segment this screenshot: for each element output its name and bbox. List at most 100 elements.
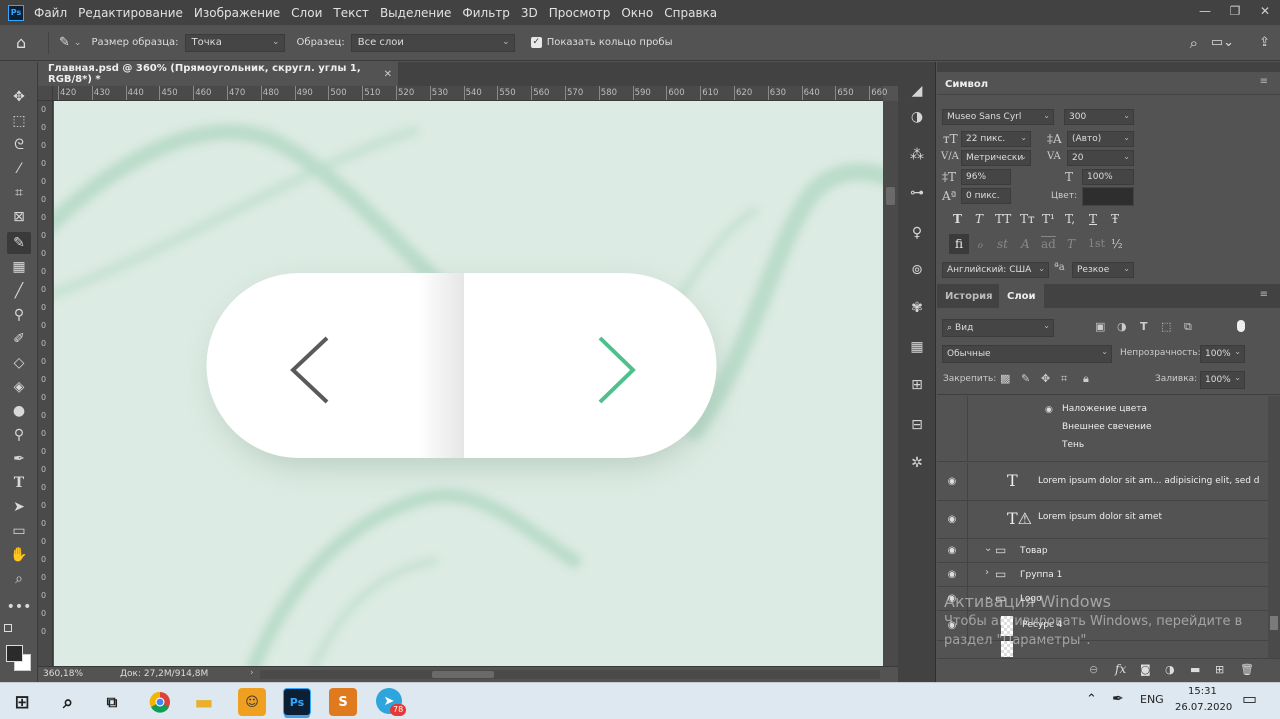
frame-tool-icon[interactable]: ⊠ [7,206,31,228]
eyedropper-tool-icon[interactable]: ✎ [59,35,70,50]
hand-tool-icon[interactable]: ✋ [7,544,31,566]
new-group-icon[interactable]: ▬ [1190,663,1200,676]
restore-icon[interactable]: ❐ [1220,0,1250,22]
kerning-dropdown[interactable]: Метрически ⌄ [961,150,1031,166]
menu-edit[interactable]: Редактирование [78,6,183,20]
eye-icon[interactable]: ◉ [945,593,959,604]
ordinals-button[interactable]: 1st [1088,237,1105,250]
underline-button[interactable]: T [1089,212,1097,226]
language-dropdown[interactable]: Английский: США ⌄ [942,262,1049,278]
horizontal-scrollbar[interactable] [260,670,880,679]
menu-image[interactable]: Изображение [194,6,280,20]
faux-italic-button[interactable]: T [975,212,983,226]
more-tools-icon[interactable]: ••• [7,596,32,618]
layer-filter-dropdown[interactable]: ⌕ Вид ⌄ [942,319,1054,337]
healing-tool-icon[interactable]: ▦ [7,256,31,278]
small-caps-button[interactable]: Tт [1020,212,1035,226]
tab-character[interactable]: Символ [937,72,996,96]
menu-select[interactable]: Выделение [380,6,451,20]
paint-bucket-icon[interactable]: ◈ [7,376,31,398]
adjustment-layer-icon[interactable]: ◑ [1165,663,1175,676]
font-weight-dropdown[interactable]: 300 ⌄ [1064,109,1134,125]
titling-alternates-button[interactable]: T [1067,237,1075,251]
paths-icon[interactable]: ⊶ [906,182,928,204]
adjustments-icon[interactable]: ⊟ [906,414,928,436]
baseline-shift-input[interactable]: 0 пикс. [961,188,1011,204]
crop-tool-icon[interactable]: ⌗ [7,182,31,204]
menu-type[interactable]: Текст [333,6,369,20]
eye-icon[interactable]: ◉ [945,476,959,487]
color-icon[interactable]: ◑ [906,106,928,128]
swatches-icon[interactable]: ⁂ [906,144,928,166]
path-select-icon[interactable]: ➤ [7,496,31,518]
strikethrough-button[interactable]: Ŧ [1111,212,1119,226]
text-color-swatch[interactable] [1082,187,1134,206]
lock-all-icon[interactable]: 🔒︎ [1083,372,1089,386]
menu-3d[interactable]: 3D [521,6,538,20]
windows-start-icon[interactable]: ⊞ [8,688,36,716]
brush-tool-icon[interactable]: ╱ [7,280,31,302]
menu-layers[interactable]: Слои [291,6,322,20]
lock-pixels-icon[interactable]: ✎ [1021,372,1030,385]
layer-row[interactable]: ◉ ⌄ ▭ Товар [937,539,1268,563]
notifications-icon[interactable]: ▭ [1242,689,1257,708]
blur-tool-icon[interactable]: ● [7,400,31,422]
sample-size-dropdown[interactable]: Точка ⌄ [184,33,285,52]
chevron-down-icon[interactable]: ⌄ [984,591,992,602]
palette-icon[interactable]: ✾ [906,297,928,319]
status-menu-icon[interactable]: › [250,668,254,678]
tracking-input[interactable]: 20 ⌄ [1067,150,1134,166]
discretionary-ligatures-button[interactable]: st [997,237,1008,251]
filter-type-icon[interactable]: T [1140,320,1148,333]
language-indicator[interactable]: ENG [1140,693,1164,706]
photoshop-taskbar-icon[interactable]: Ps [283,688,311,716]
layer-row[interactable]: ◉ ⌄ ▭ Logo [937,587,1268,611]
layer-row[interactable]: ◉ T Lorem ipsum dolor sit am... adipisic… [937,463,1268,501]
stamp-tool-icon[interactable]: ⚲ [7,304,31,326]
eye-icon[interactable]: ◉ [945,569,959,580]
close-icon[interactable]: ✕ [1250,0,1280,22]
tab-layers[interactable]: Слои [999,284,1044,308]
home-icon[interactable]: ⌂ [16,33,38,52]
rectangle-tool-icon[interactable]: ▭ [7,520,31,542]
lasso-tool-icon[interactable]: ᘓ [7,134,31,156]
eye-icon[interactable]: ◉ [945,514,959,525]
eye-icon[interactable]: ◉ [945,620,959,631]
faux-bold-button[interactable]: T [953,212,962,226]
vertical-scale-input[interactable]: 96% [961,169,1011,185]
lock-transparent-icon[interactable]: ▩ [1000,372,1010,385]
stylistic-alternates-button[interactable]: ad [1041,237,1056,251]
opacity-input[interactable]: 100% ⌄ [1200,345,1245,363]
panel-menu-icon[interactable]: ≡ [1260,289,1268,300]
h-scroll-thumb[interactable] [432,671,494,678]
show-ring-checkbox[interactable]: ✓ [530,37,542,48]
vertical-scrollbar[interactable] [883,101,898,666]
libraries-icon[interactable]: ⊚ [906,259,928,281]
marquee-tool-icon[interactable]: ⬚ [7,110,31,132]
task-view-icon[interactable]: ⧉ [98,688,126,716]
lightbulb-icon[interactable]: ♀ [906,222,928,244]
effect-color-overlay[interactable]: Наложение цвета [1062,404,1147,414]
layers-scroll-thumb[interactable] [1270,616,1278,630]
font-family-dropdown[interactable]: Museo Sans Cyrl ⌄ [942,109,1054,125]
layers-scrollbar[interactable] [1268,396,1280,658]
eraser-tool-icon[interactable]: ◇ [7,352,31,374]
lock-artboard-icon[interactable]: ⌗ [1061,372,1067,386]
link-layers-icon[interactable]: ⊖ [1089,663,1098,676]
zoom-tool-icon[interactable]: ⌕ [7,568,31,590]
chrome-icon[interactable] [146,688,174,716]
sublime-text-icon[interactable]: S [329,688,357,716]
effect-outer-glow[interactable]: Внешнее свечение [1062,422,1152,432]
effect-visibility-icon[interactable]: ◉ [1045,405,1053,415]
dodge-tool-icon[interactable]: ⚲ [7,424,31,446]
chevron-up-icon[interactable]: ⌃ [1086,692,1097,707]
brush-presets-icon[interactable]: ⊞ [906,374,928,396]
lock-position-icon[interactable]: ✥ [1041,372,1050,385]
layer-row[interactable]: ◉ › ▭ Группа 1 [937,563,1268,587]
grid-icon[interactable]: ▦ [906,336,928,358]
antialias-dropdown[interactable]: Резкое ⌄ [1072,262,1134,278]
panel-menu-icon[interactable]: ≡ [1260,76,1268,87]
search-icon[interactable]: ⌕ [1190,34,1198,52]
menu-window[interactable]: Окно [621,6,653,20]
effect-drop-shadow[interactable]: Тень [1062,440,1084,450]
